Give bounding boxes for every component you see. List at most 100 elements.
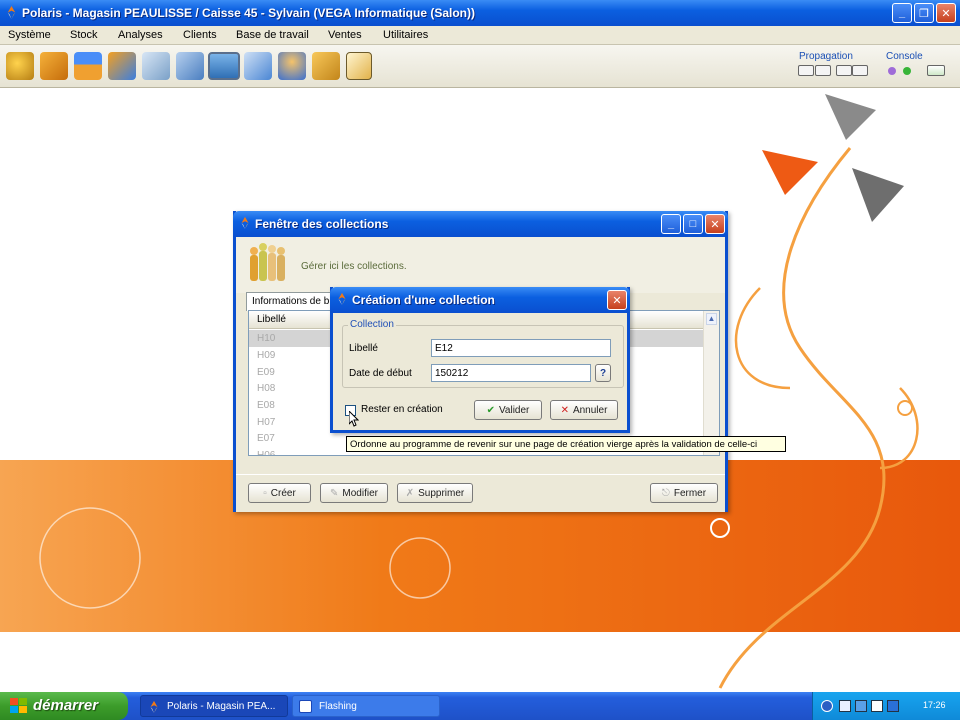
taskbar-item-flashing-label: Flashing [319,701,357,712]
app-titlebar[interactable]: Polaris - Magasin PEAULISSE / Caisse 45 … [0,0,960,26]
customers-icon[interactable] [278,52,306,80]
collections-button-bar: ▫ Créer ✎ Modifier ✗ Supprimer ⎋ Fermer [236,474,725,512]
collections-description: Gérer ici les collections. [301,261,407,272]
propagation-button-1[interactable] [798,65,814,76]
list-scrollbar[interactable]: ▲ [703,311,719,455]
collections-maximize-button[interactable]: □ [683,214,703,234]
tray-display-icon[interactable] [855,700,867,712]
propagation-button-2[interactable] [815,65,831,76]
menu-analyses[interactable]: Analyses [118,29,163,41]
maximize-icon: □ [689,218,697,230]
restore-icon: ❐ [919,7,929,20]
libelle-field[interactable] [431,339,611,357]
transfer-arrows-icon[interactable] [108,52,136,80]
collections-close-button[interactable]: ✕ [705,214,725,234]
start-button[interactable]: démarrer [0,692,128,720]
maximize-button[interactable]: ❐ [914,3,934,23]
menu-base-de-travail[interactable]: Base de travail [236,29,309,41]
minimize-icon: _ [667,218,675,230]
cancel-button-label: Annuler [572,404,608,416]
propagation-button-4[interactable] [852,65,868,76]
create-dialog-titlebar[interactable]: Création d'une collection ✕ [330,287,630,313]
database-icon[interactable] [244,52,272,80]
start-button-label: démarrer [33,697,99,714]
tray-network-icon[interactable] [839,700,851,712]
taskbar-item-polaris-label: Polaris - Magasin PEA... [167,701,276,712]
close-button[interactable]: ✕ [936,3,956,23]
modify-button[interactable]: ✎ Modifier [320,483,388,503]
validate-button[interactable]: ✔ Valider [474,400,542,420]
help-book-icon[interactable] [346,52,372,80]
tray-volume-icon[interactable] [871,700,883,712]
polaris-window-icon [241,216,249,230]
taskbar: démarrer Polaris - Magasin PEA... Flashi… [0,692,960,720]
libelle-label: Libellé [349,343,378,354]
modify-button-label: Modifier [342,487,378,499]
tray-arrow-icon[interactable] [821,700,833,712]
menu-utilitaires[interactable]: Utilitaires [383,29,428,41]
checkmark-icon: ✔ [486,404,495,416]
polaris-app-icon [7,5,16,20]
menu-ventes[interactable]: Ventes [328,29,362,41]
console-status-purple-icon [888,67,896,75]
date-debut-field[interactable] [431,364,591,382]
mouse-cursor-icon [349,411,359,427]
exit-icon: ⎋ [661,487,670,499]
collections-minimize-button[interactable]: _ [661,214,681,234]
tray-security-icon[interactable] [887,700,899,712]
polaris-dialog-icon [338,292,346,306]
menu-stock[interactable]: Stock [70,29,98,41]
scroll-up-icon[interactable]: ▲ [706,313,717,325]
validate-button-label: Valider [499,404,530,416]
sales-bag-icon[interactable] [312,52,340,80]
tray-clock[interactable]: 17:26 [923,700,946,710]
close-icon: ✕ [710,218,720,231]
date-debut-label: Date de début [349,368,412,379]
tab-informations[interactable]: Informations de b [246,292,334,311]
minimize-icon: _ [898,7,906,19]
document-edit-icon[interactable] [40,52,68,80]
menu-clients[interactable]: Clients [183,29,217,41]
date-help-button[interactable]: ? [595,364,611,382]
collection-group-label: Collection [348,319,396,330]
close-window-button[interactable]: ⎋ Fermer [650,483,718,503]
keyboard-terminal-icon[interactable] [208,52,240,80]
delete-button[interactable]: ✗ Supprimer [397,483,473,503]
propagation-label: Propagation [799,51,853,62]
create-button[interactable]: ▫ Créer [248,483,311,503]
inventory-box-icon[interactable] [74,52,102,80]
close-window-button-label: Fermer [673,487,707,499]
stay-in-creation-label: Rester en création [361,404,443,415]
modify-icon: ✎ [330,487,339,499]
label-tag-icon[interactable] [142,52,170,80]
collections-window-titlebar[interactable]: Fenêtre des collections _ □ ✕ [233,211,728,237]
column-libelle: Libellé [257,314,286,325]
flashing-app-icon [299,700,312,713]
system-tray: 17:26 [812,692,960,720]
console-status-green-icon [903,67,911,75]
collections-window-title: Fenêtre des collections [255,217,389,231]
create-dialog-close-button[interactable]: ✕ [607,290,627,310]
menu-systeme[interactable]: Système [8,29,51,41]
close-icon: ✕ [941,7,951,20]
cash-register-icon[interactable] [6,52,34,80]
delete-button-label: Supprimer [418,487,465,499]
stay-in-creation-tooltip: Ordonne au programme de revenir sur une … [346,436,786,452]
minimize-button[interactable]: _ [892,3,912,23]
create-button-label: Créer [270,487,296,499]
polaris-taskbar-icon [150,700,158,714]
delete-icon: ✗ [405,487,415,499]
taskbar-item-flashing[interactable]: Flashing [292,695,440,717]
tools-icon[interactable] [176,52,204,80]
cancel-x-icon: ✕ [560,404,569,416]
console-monitor-icon[interactable] [927,65,945,76]
create-collection-dialog: Création d'une collection ✕ Collection L… [330,287,630,433]
propagation-button-3[interactable] [836,65,852,76]
cancel-button[interactable]: ✕ Annuler [550,400,618,420]
close-icon: ✕ [612,294,622,307]
windows-logo-icon [10,698,27,713]
toolbar: Propagation Console [0,45,960,88]
create-icon: ▫ [263,487,267,499]
taskbar-item-polaris[interactable]: Polaris - Magasin PEA... [140,695,288,717]
help-icon: ? [599,367,607,379]
